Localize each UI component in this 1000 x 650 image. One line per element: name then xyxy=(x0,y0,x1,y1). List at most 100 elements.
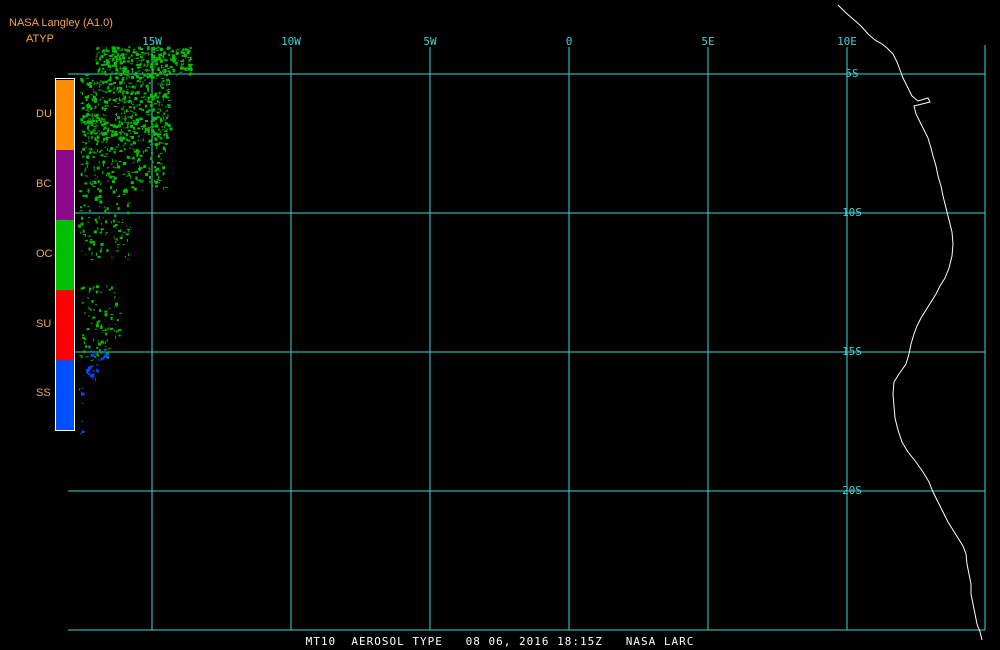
aerosol-pixel xyxy=(81,357,83,359)
aerosol-pixel xyxy=(117,329,119,333)
aerosol-pixel xyxy=(88,367,91,371)
aerosol-pixel xyxy=(114,296,116,299)
aerosol-pixel xyxy=(106,172,110,175)
aerosol-pixel xyxy=(102,49,105,53)
aerosol-pixel xyxy=(106,140,108,144)
aerosol-pixel xyxy=(107,89,111,91)
aerosol-pixel xyxy=(92,353,96,355)
aerosol-pixel xyxy=(81,107,83,111)
aerosol-pixel xyxy=(155,122,157,125)
aerosol-pixel xyxy=(90,120,94,124)
aerosol-pixel xyxy=(140,126,143,128)
aerosol-pixel xyxy=(86,328,90,331)
aerosol-pixel xyxy=(136,58,137,59)
aerosol-pixel xyxy=(113,292,116,294)
aerosol-pixel xyxy=(90,349,92,353)
aerosol-pixel xyxy=(104,349,107,351)
aerosol-pixel xyxy=(93,309,95,311)
aerosol-pixel xyxy=(149,180,151,184)
aerosol-pixel xyxy=(148,46,150,48)
aerosol-pixel xyxy=(91,138,93,140)
aerosol-pixel xyxy=(145,84,149,88)
aerosol-pixel xyxy=(140,181,143,183)
aerosol-pixel xyxy=(95,83,97,85)
aerosol-pixel xyxy=(121,98,123,102)
aerosol-pixel xyxy=(110,327,113,330)
aerosol-pixel xyxy=(85,167,87,170)
aerosol-pixel xyxy=(159,71,162,74)
aerosol-pixel xyxy=(161,49,163,51)
legend-color-bar xyxy=(55,78,75,431)
aerosol-pixel xyxy=(130,121,133,124)
aerosol-pixel xyxy=(95,61,99,65)
aerosol-pixel xyxy=(84,95,87,99)
aerosol-pixel xyxy=(133,156,134,159)
aerosol-pixel xyxy=(122,91,124,95)
aerosol-pixel xyxy=(119,90,122,93)
aerosol-pixel xyxy=(115,189,117,192)
aerosol-pixel xyxy=(159,130,161,134)
aerosol-pixel xyxy=(83,338,87,340)
aerosol-pixel xyxy=(93,126,97,127)
aerosol-pixel xyxy=(97,188,100,191)
aerosol-pixel xyxy=(158,180,162,181)
aerosol-pixel xyxy=(124,117,127,121)
aerosol-pixel xyxy=(143,53,146,55)
aerosol-pixel xyxy=(88,148,90,150)
aerosol-pixel xyxy=(157,125,158,127)
aerosol-pixel xyxy=(114,167,118,169)
aerosol-pixel xyxy=(97,49,99,51)
aerosol-pixel xyxy=(164,93,168,95)
aerosol-pixel xyxy=(92,79,94,81)
aerosol-pixel xyxy=(102,217,104,219)
aerosol-pixel xyxy=(103,56,105,58)
aerosol-pixel xyxy=(142,81,144,85)
aerosol-pixel xyxy=(100,228,104,231)
aerosol-pixel xyxy=(131,76,134,79)
longitude-label: 10E xyxy=(837,35,857,48)
aerosol-pixel xyxy=(180,60,184,63)
aerosol-pixel xyxy=(104,114,107,116)
aerosol-pixel xyxy=(127,211,130,215)
aerosol-pixel xyxy=(107,137,111,139)
aerosol-pixel xyxy=(140,84,143,88)
aerosol-pixel xyxy=(115,68,119,72)
aerosol-pixel xyxy=(166,109,168,112)
aerosol-pixel xyxy=(130,124,134,128)
aerosol-pixel xyxy=(183,54,187,57)
aerosol-pixel xyxy=(85,146,88,148)
aerosol-pixel xyxy=(162,69,164,72)
aerosol-pixel xyxy=(142,190,144,191)
aerosol-pixel xyxy=(79,388,81,392)
aerosol-pixel xyxy=(143,95,145,97)
aerosol-pixel xyxy=(96,139,99,143)
aerosol-pixel xyxy=(143,164,147,167)
aerosol-pixel xyxy=(88,209,91,212)
aerosol-pixel xyxy=(83,350,86,354)
aerosol-pixel xyxy=(100,233,102,235)
aerosol-pixel xyxy=(95,364,99,366)
aerosol-pixel xyxy=(106,353,110,357)
aerosol-pixel xyxy=(154,65,156,68)
aerosol-pixel xyxy=(107,105,110,107)
aerosol-pixel xyxy=(161,77,165,79)
aerosol-pixel xyxy=(168,106,171,108)
aerosol-pixel xyxy=(148,139,152,143)
aerosol-pixel xyxy=(108,307,111,309)
product-code: ATYP xyxy=(26,33,54,45)
aerosol-pixel xyxy=(175,52,179,55)
aerosol-pixel xyxy=(118,329,122,332)
legend-label-bc: BC xyxy=(36,178,52,190)
aerosol-pixel xyxy=(95,221,98,224)
aerosol-pixel xyxy=(166,89,168,91)
aerosol-pixel xyxy=(148,48,151,50)
aerosol-pixel xyxy=(88,102,90,104)
aerosol-pixel xyxy=(132,50,135,54)
aerosol-pixel xyxy=(95,324,99,328)
aerosol-pixel xyxy=(102,70,104,74)
aerosol-pixel xyxy=(79,231,81,234)
aerosol-pixel xyxy=(162,72,166,73)
aerosol-pixel xyxy=(131,90,133,94)
aerosol-pixel xyxy=(140,48,143,51)
aerosol-pixel xyxy=(127,96,129,98)
